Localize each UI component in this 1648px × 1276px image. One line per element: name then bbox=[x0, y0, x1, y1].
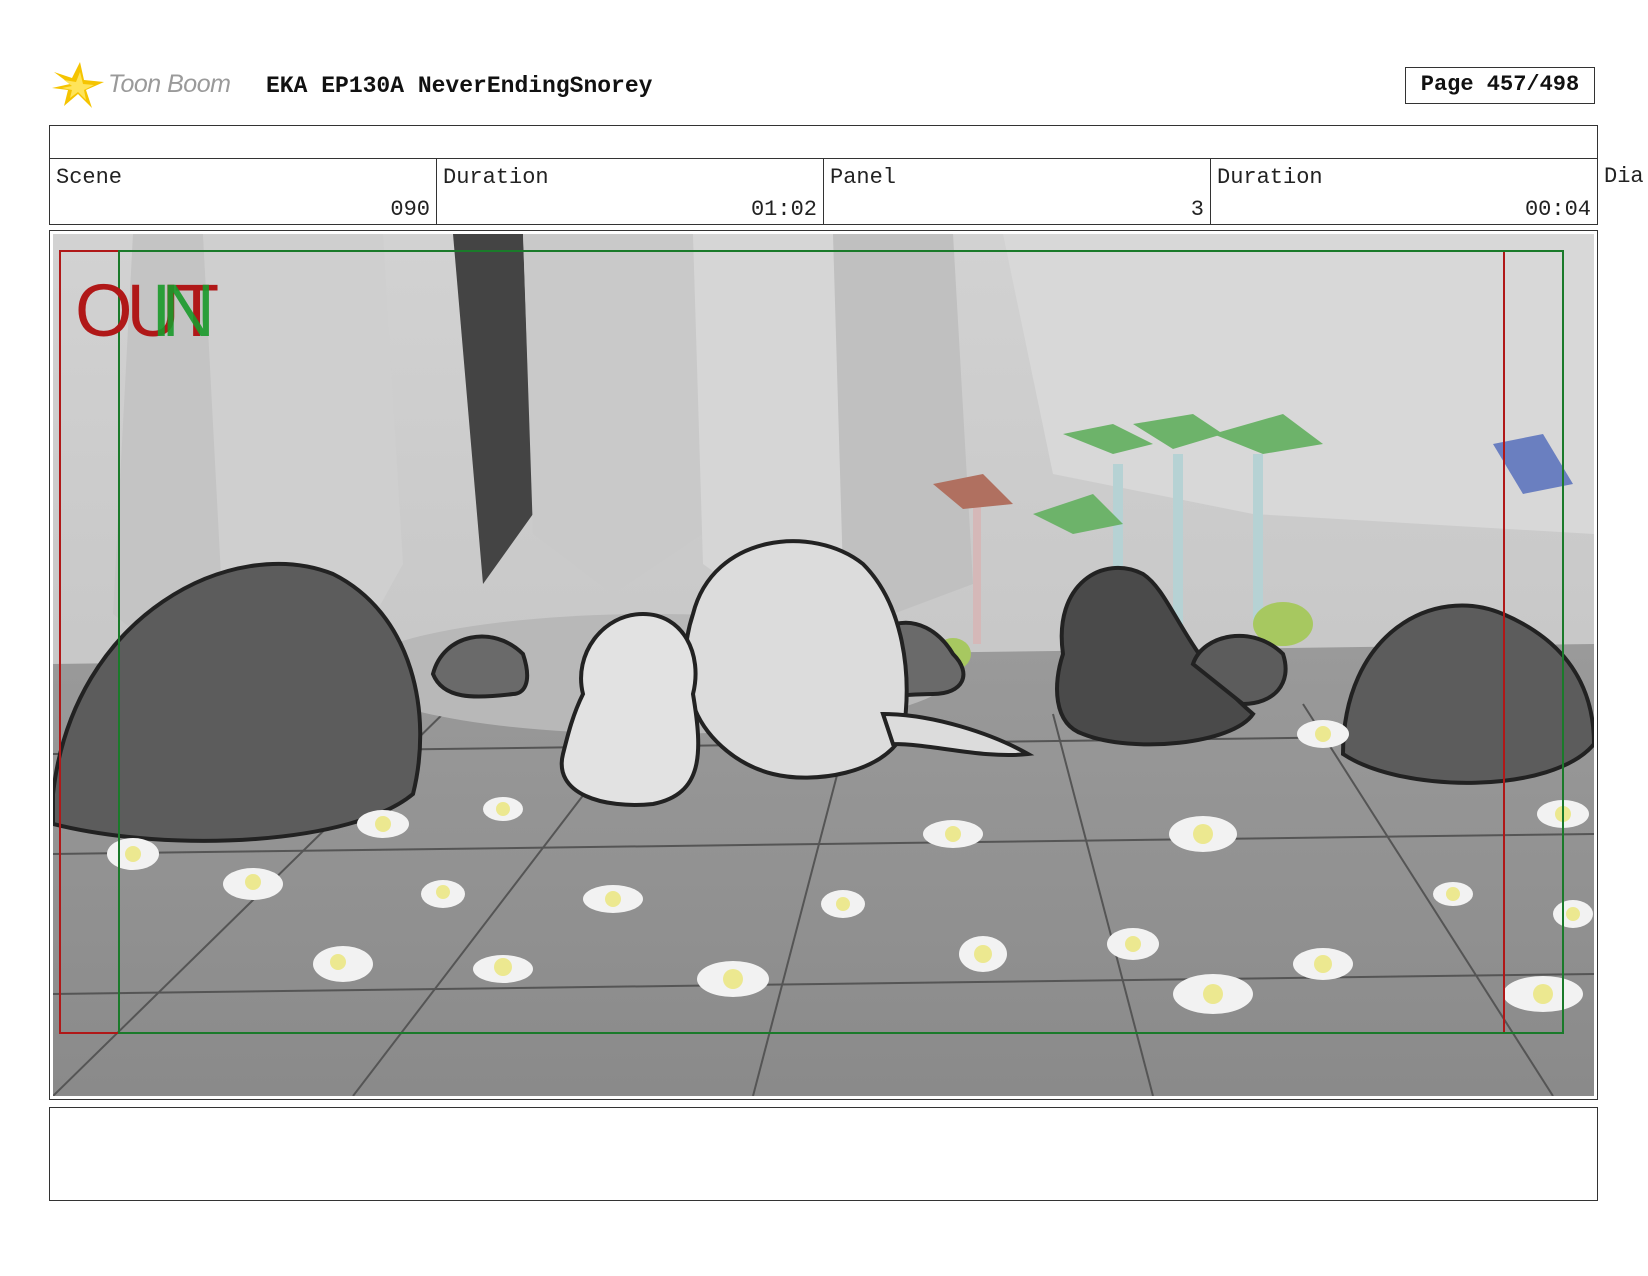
storyboard-panel: OUT IN bbox=[49, 230, 1598, 1100]
scene-cell: Scene 090 bbox=[50, 159, 437, 224]
panel-value: 3 bbox=[1190, 197, 1204, 222]
toon-boom-star-icon bbox=[52, 62, 104, 108]
panel-duration-value: 00:04 bbox=[1524, 197, 1591, 222]
panel-illustration: OUT IN bbox=[53, 234, 1594, 1096]
scene-label: Scene bbox=[56, 165, 123, 190]
scene-duration-value: 01:02 bbox=[750, 197, 817, 222]
page-indicator: Page 457/498 bbox=[1405, 67, 1595, 104]
panel-duration-cell: Duration 00:04 bbox=[1211, 159, 1597, 224]
panel-label: Panel bbox=[830, 165, 897, 190]
rock-column bbox=[523, 234, 703, 594]
panel-duration-label: Duration bbox=[1217, 165, 1323, 190]
in-marker: IN bbox=[151, 269, 210, 352]
logo-wordmark: Toon Boom bbox=[108, 70, 231, 98]
scene-duration-cell: Duration 01:02 bbox=[437, 159, 824, 224]
toon-boom-logo: Toon Boom bbox=[50, 60, 250, 110]
notes-box bbox=[49, 1107, 1598, 1201]
document-title: EKA EP130A NeverEndingSnorey bbox=[266, 73, 653, 99]
panel-info-row: Scene 090 Duration 01:02 Panel 3 Duratio… bbox=[49, 158, 1598, 225]
panel-cell: Panel 3 bbox=[824, 159, 1211, 224]
header-strip bbox=[49, 125, 1598, 159]
scene-duration-label: Duration bbox=[443, 165, 549, 190]
dialog-label-partial: Dia bbox=[1604, 164, 1644, 189]
scene-value: 090 bbox=[390, 197, 430, 222]
